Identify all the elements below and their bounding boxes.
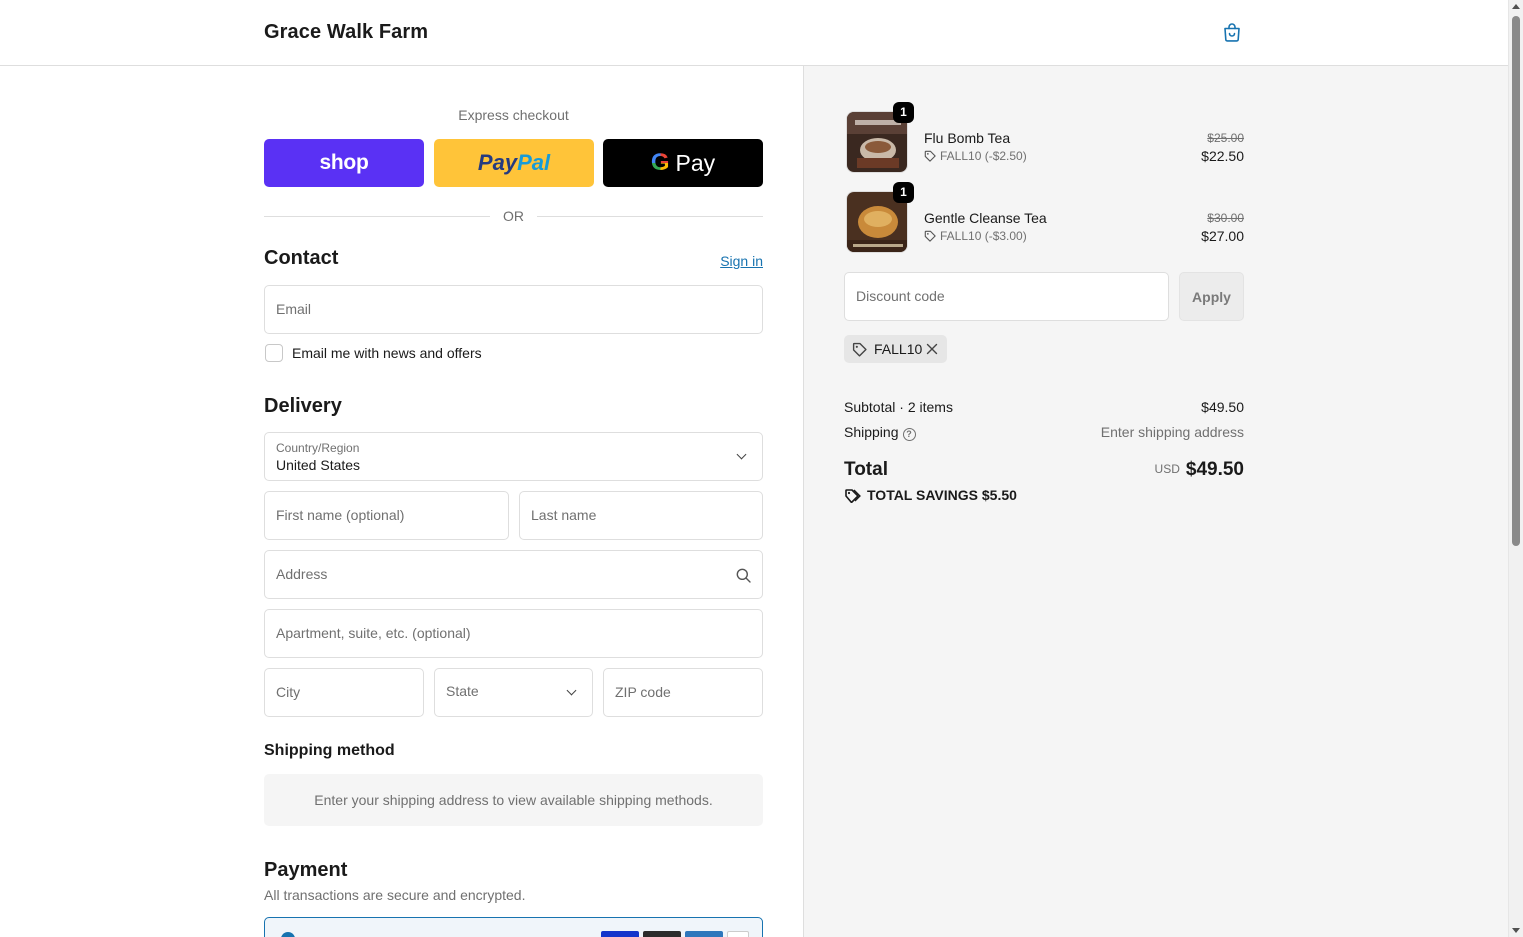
newsletter-checkbox[interactable] [265, 344, 283, 362]
last-name-field[interactable]: Last name [519, 491, 763, 540]
newsletter-label: Email me with news and offers [292, 345, 482, 361]
shipping-value: Enter shipping address [1100, 424, 1244, 440]
quantity-badge: 1 [893, 182, 914, 203]
or-text: OR [503, 208, 524, 224]
item-discount-text: FALL10 (-$3.00) [940, 229, 1027, 243]
scroll-up-arrow-icon[interactable] [1512, 4, 1520, 9]
express-checkout-title: Express checkout [458, 107, 569, 123]
item-original-price: $30.00 [1207, 211, 1244, 225]
item-name: Gentle Cleanse Tea [924, 210, 1047, 226]
quantity-badge: 1 [893, 102, 914, 123]
state-select[interactable]: State [434, 668, 593, 717]
currency-code: USD [1154, 462, 1180, 476]
zip-placeholder: ZIP code [615, 684, 671, 700]
paypal-button[interactable]: Pay Pal [434, 139, 594, 187]
help-icon[interactable]: ? [902, 428, 916, 441]
savings-tag-icon [845, 489, 861, 504]
country-value: United States [276, 457, 361, 473]
apartment-placeholder: Apartment, suite, etc. (optional) [276, 625, 471, 641]
shopping-bag-icon[interactable] [1220, 20, 1244, 44]
discount-tag-icon [924, 150, 936, 162]
city-placeholder: City [276, 684, 301, 700]
address-field[interactable]: Address [264, 550, 763, 599]
paypal-logo-part1: Pay [477, 150, 518, 175]
shipping-label: Shipping [844, 424, 899, 440]
city-field[interactable]: City [264, 668, 424, 717]
chevron-down-icon [566, 685, 577, 696]
payment-subtitle: All transactions are secure and encrypte… [264, 887, 526, 903]
apartment-field[interactable]: Apartment, suite, etc. (optional) [264, 609, 763, 658]
email-field[interactable]: Email [264, 285, 763, 334]
item-price: $27.00 [1201, 228, 1244, 244]
payment-option-card[interactable] [264, 917, 763, 937]
applied-discount-chip: FALL10 [844, 335, 947, 363]
discount-tag-icon [852, 342, 867, 357]
payment-heading: Payment [264, 859, 348, 881]
item-price: $22.50 [1201, 148, 1244, 164]
remove-discount-icon[interactable] [924, 341, 940, 357]
discount-code-placeholder: Discount code [856, 288, 945, 304]
savings-label: TOTAL SAVINGS [867, 487, 978, 503]
zip-field[interactable]: ZIP code [603, 668, 763, 717]
payment-radio[interactable] [281, 932, 295, 937]
total-amount: USD $49.50 [1155, 459, 1244, 481]
amex-icon [685, 931, 723, 937]
line-item: 1 Gentle Cleanse Tea FALL10 (-$3.00) $30… [844, 182, 1244, 253]
item-discount: FALL10 (-$3.00) [924, 229, 1027, 243]
store-brand[interactable]: Grace Walk Farm [264, 21, 428, 44]
country-label: Country/Region [276, 441, 360, 455]
page-scrollbar[interactable] [1508, 0, 1523, 937]
subtotal-value: $49.50 [1201, 399, 1244, 415]
total-label: Total [844, 459, 888, 480]
line-item: 1 Flu Bomb Tea FALL10 (-$2.50) $25.00 $2… [844, 102, 1244, 173]
contact-heading: Contact [264, 247, 339, 269]
shipping-method-notice: Enter your shipping address to view avai… [264, 774, 763, 826]
item-discount-text: FALL10 (-$2.50) [940, 149, 1027, 163]
first-name-field[interactable]: First name (optional) [264, 491, 509, 540]
search-icon[interactable] [736, 568, 751, 583]
google-pay-label: Pay [675, 149, 716, 176]
mastercard-icon [643, 931, 681, 937]
shop-pay-logo: shop [319, 151, 369, 174]
shipping-row-label: Shipping? [844, 424, 916, 441]
item-discount: FALL10 (-$2.50) [924, 149, 1027, 163]
chevron-down-icon [736, 449, 747, 460]
applied-discount-code: FALL10 [874, 341, 923, 357]
or-divider: OR [264, 208, 763, 224]
shop-pay-button[interactable]: shop [264, 139, 424, 187]
visa-icon [601, 931, 639, 937]
item-name: Flu Bomb Tea [924, 130, 1011, 146]
subtotal-label: Subtotal · 2 items [844, 399, 953, 415]
header: Grace Walk Farm [0, 0, 1508, 66]
first-name-placeholder: First name (optional) [276, 507, 405, 523]
paypal-logo-part2: Pal [517, 150, 551, 175]
scroll-down-arrow-icon[interactable] [1512, 928, 1520, 933]
google-g-icon: G [650, 149, 670, 176]
sign-in-link[interactable]: Sign in [720, 253, 763, 269]
total-savings: TOTAL SAVINGS $5.50 [844, 487, 1017, 504]
google-pay-button[interactable]: G Pay [603, 139, 763, 187]
email-placeholder: Email [276, 301, 312, 317]
apply-discount-button[interactable]: Apply [1179, 272, 1244, 321]
item-original-price: $25.00 [1207, 131, 1244, 145]
last-name-placeholder: Last name [531, 507, 597, 523]
savings-value: $5.50 [981, 487, 1017, 503]
country-select[interactable]: Country/Region United States [264, 432, 763, 481]
state-placeholder: State [446, 683, 479, 699]
discount-tag-icon [924, 230, 936, 242]
shipping-method-heading: Shipping method [264, 742, 395, 759]
scrollbar-thumb[interactable] [1512, 16, 1520, 546]
total-value: $49.50 [1185, 459, 1244, 480]
discount-code-input[interactable]: Discount code [844, 272, 1169, 321]
address-placeholder: Address [276, 566, 328, 582]
delivery-heading: Delivery [264, 395, 342, 417]
more-cards-icon [727, 931, 749, 937]
